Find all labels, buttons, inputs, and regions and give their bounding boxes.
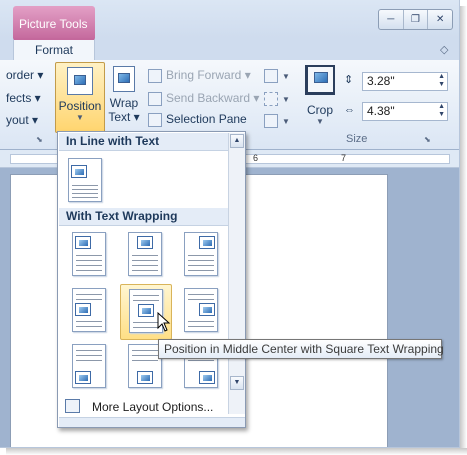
context-tab-label: Picture Tools	[19, 17, 88, 31]
shape-width-input[interactable]: 4.38" ▲ ▼	[362, 102, 448, 121]
send-backward-icon	[148, 91, 162, 106]
bring-forward-button[interactable]: Bring Forward ▾	[148, 68, 251, 83]
chevron-down-icon: ▼	[282, 72, 290, 81]
crop-button[interactable]: Crop ▼	[300, 62, 340, 132]
scroll-up-icon[interactable]: ▲	[230, 134, 244, 148]
position-inline-option[interactable]	[66, 154, 118, 210]
page-thumbnail	[68, 158, 102, 202]
ruler-mark-7: 7	[341, 153, 347, 163]
selection-pane-icon	[148, 112, 162, 127]
scroll-down-icon[interactable]: ▼	[230, 376, 244, 390]
picture-layout-button[interactable]: yout ▾	[6, 113, 38, 127]
rotate-icon	[264, 113, 278, 128]
wrap-label-line2: Text ▾	[108, 110, 140, 124]
close-button[interactable]: ✕	[428, 10, 452, 29]
position-icon	[67, 67, 93, 95]
tooltip: Position in Middle Center with Square Te…	[158, 339, 444, 359]
position-middle-right-option[interactable]	[176, 284, 228, 340]
position-gallery-dropdown: In Line with Text With Text Wrapping ▲ ▼…	[57, 131, 246, 428]
wrap-text-button[interactable]: Wrap Text ▾	[106, 62, 142, 133]
position-top-left-option[interactable]	[64, 228, 116, 284]
section-wrapping-header: With Text Wrapping	[59, 208, 228, 226]
minimize-button[interactable]: ─	[379, 10, 404, 29]
send-backward-button[interactable]: Send Backward ▾	[148, 91, 259, 106]
position-top-right-option[interactable]	[176, 228, 228, 284]
spin-arrows-icon[interactable]: ▲ ▼	[438, 103, 445, 119]
chevron-down-icon: ▼	[76, 113, 84, 122]
shape-height-input[interactable]: 3.28" ▲ ▼	[362, 72, 448, 91]
selection-pane-label: Selection Pane	[166, 112, 247, 126]
layout-options-icon	[65, 399, 80, 413]
width-value: 4.38"	[367, 104, 395, 118]
bring-forward-icon	[148, 68, 162, 83]
crop-label: Crop	[306, 103, 333, 117]
send-backward-label: Send Backward ▾	[166, 91, 260, 105]
picture-tools-context-tab: Picture Tools	[13, 6, 95, 40]
resize-grip[interactable]	[59, 417, 245, 427]
ruler-mark-6: 6	[253, 153, 259, 163]
wrap-label-line1: Wrap	[109, 96, 139, 110]
position-bottom-left-option[interactable]	[64, 340, 116, 396]
mouse-cursor-icon	[157, 312, 171, 332]
picture-border-button[interactable]: order ▾	[6, 68, 43, 82]
window-shadow-bottom	[6, 448, 467, 455]
width-icon: ⇔	[344, 104, 355, 116]
window-controls: ─ ❐ ✕	[378, 9, 453, 30]
position-top-center-option[interactable]	[120, 228, 172, 284]
position-label: Position	[58, 99, 102, 113]
group-icon	[264, 91, 278, 106]
chevron-down-icon: ▼	[282, 95, 290, 104]
chevron-down-icon: ▼	[316, 117, 324, 126]
bring-forward-label: Bring Forward ▾	[166, 68, 251, 82]
help-icon[interactable]: ◇	[440, 43, 448, 56]
window-shadow-right	[460, 6, 467, 455]
picture-effects-button[interactable]: fects ▾	[6, 91, 41, 105]
chevron-down-icon: ▼	[282, 117, 290, 126]
align-icon	[264, 68, 278, 83]
position-middle-left-option[interactable]	[64, 284, 116, 340]
ribbon-tabs: Format ◇	[0, 38, 459, 62]
section-inline-header: In Line with Text	[59, 133, 228, 151]
dialog-launcher-icon[interactable]: ⬊	[36, 135, 43, 144]
height-value: 3.28"	[367, 74, 395, 88]
size-dialog-launcher-icon[interactable]: ⬊	[424, 135, 431, 144]
wrap-text-icon	[113, 66, 135, 92]
tab-format[interactable]: Format	[13, 38, 95, 62]
restore-button[interactable]: ❐	[404, 10, 429, 29]
more-layout-options-item[interactable]: More Layout Options...	[59, 397, 228, 417]
title-bar: Picture Tools ─ ❐ ✕	[0, 0, 459, 40]
height-icon: ⇕	[344, 74, 354, 86]
rotate-button[interactable]: ▼	[264, 113, 290, 128]
crop-icon	[305, 65, 335, 95]
selection-pane-button[interactable]: Selection Pane	[148, 112, 247, 127]
position-button[interactable]: Position ▼	[55, 62, 105, 133]
more-layout-options-label: More Layout Options...	[92, 400, 214, 414]
align-button[interactable]: ▼	[264, 68, 290, 83]
spin-arrows-icon[interactable]: ▲ ▼	[438, 73, 445, 89]
size-group-label: Size	[346, 133, 368, 145]
group-button[interactable]: ▼	[264, 91, 290, 106]
gallery-scrollbar[interactable]: ▲ ▼	[228, 133, 245, 414]
